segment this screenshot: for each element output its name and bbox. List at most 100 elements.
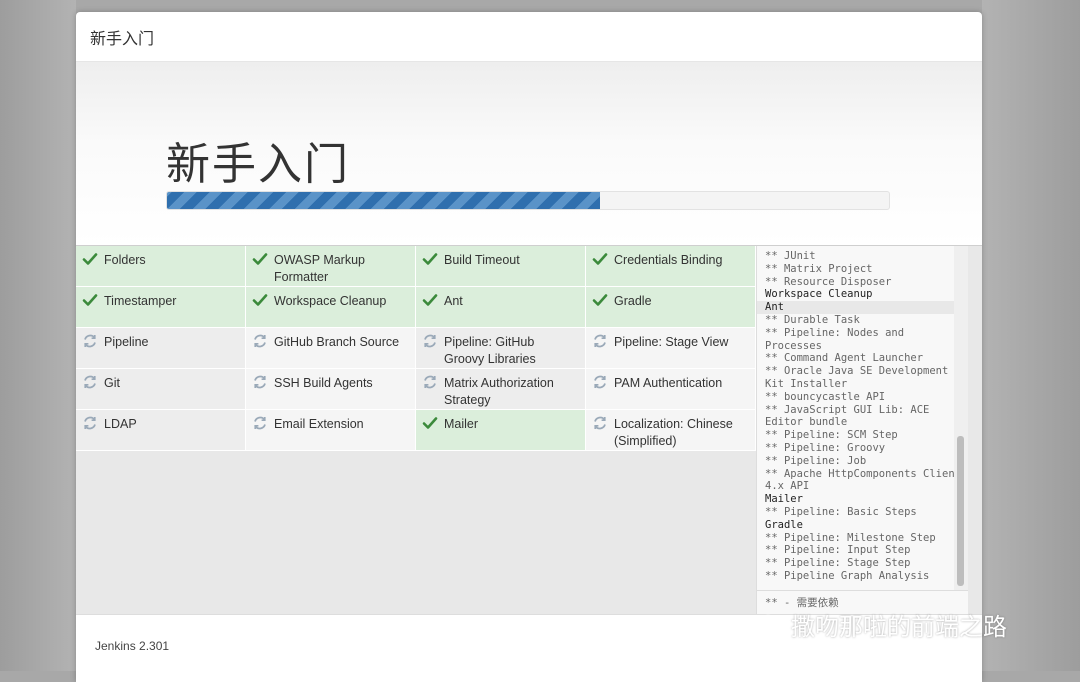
checkmark-icon [252, 292, 268, 308]
plugin-name: Localization: Chinese (Simplified) [614, 417, 733, 448]
plugin-item: Mailer [416, 410, 586, 451]
plugin-name: GitHub Branch Source [274, 335, 400, 349]
plugin-name: Pipeline: GitHub Groovy Libraries [444, 335, 536, 366]
plugin-item: Workspace Cleanup [246, 287, 416, 328]
plugin-name: PAM Authentication [614, 376, 723, 390]
log-dependency-line: ** Pipeline: Milestone Step [765, 531, 936, 544]
checkmark-icon [252, 251, 268, 267]
install-log-scroll-thumb[interactable] [957, 436, 964, 586]
refresh-icon [82, 333, 98, 349]
log-dependency-line: ** Durable Task [765, 313, 860, 326]
plugin-name: OWASP Markup Formatter [274, 253, 365, 284]
log-dependency-line: ** Pipeline: Basic Steps [765, 505, 917, 518]
hero-title: 新手入门 [166, 140, 350, 189]
log-plugin-line: Mailer [765, 493, 803, 506]
log-dependency-line: ** Pipeline: SCM Step [765, 429, 898, 442]
refresh-icon [592, 333, 608, 349]
refresh-icon [252, 333, 268, 349]
plugin-item: Pipeline: GitHub Groovy Libraries [416, 328, 586, 369]
plugin-name: Pipeline [104, 335, 149, 349]
plugin-item: Git [76, 369, 246, 410]
refresh-icon [592, 415, 608, 431]
checkmark-icon [422, 415, 438, 431]
plugin-name: Build Timeout [444, 253, 520, 267]
plugin-name: Credentials Binding [614, 253, 723, 267]
install-progress-fill [167, 192, 601, 209]
install-log-panel: ** JUnit ** Matrix Project ** Resource Dis… [756, 246, 968, 614]
install-progress-bar [166, 191, 890, 210]
plugin-name: Workspace Cleanup [274, 294, 387, 308]
watermark-text: 撒吻那啦的前端之路 [791, 614, 1007, 641]
log-dependency-line: ** Pipeline: Input Step [765, 544, 911, 557]
log-dependency-line: ** Pipeline: Job [765, 454, 867, 467]
plugin-item: PAM Authentication [586, 369, 756, 410]
log-dependency-line: ** JUnit [765, 250, 816, 262]
plugin-name: Git [104, 376, 120, 390]
wechat-icon [758, 614, 784, 635]
plugin-item: Ant [416, 287, 586, 328]
log-plugin-line: Ant [757, 301, 968, 314]
log-dependency-line: ** Command Agent Launcher [765, 352, 924, 365]
plugin-item: SSH Build Agents [246, 369, 416, 410]
checkmark-icon [422, 292, 438, 308]
plugin-name: Timestamper [104, 294, 177, 308]
log-dependency-line: ** Pipeline: Stage Step [765, 557, 911, 570]
setup-wizard-dialog: 新手入门 新手入门 Folders OWASP Markup Formatter B… [76, 12, 982, 682]
plugin-item: Credentials Binding [586, 246, 756, 287]
plugin-item: Pipeline [76, 328, 246, 369]
plugin-item: Gradle [586, 287, 756, 328]
plugin-name: SSH Build Agents [274, 376, 373, 390]
refresh-icon [82, 374, 98, 390]
refresh-icon [422, 374, 438, 390]
plugin-name: Pipeline: Stage View [614, 335, 729, 349]
plugin-name: Gradle [614, 294, 652, 308]
log-dependency-line: ** Oracle Java SE Development Kit Instal… [765, 365, 955, 390]
plugin-item: Timestamper [76, 287, 246, 328]
plugin-name: LDAP [104, 417, 137, 431]
plugin-item: OWASP Markup Formatter [246, 246, 416, 287]
hero-banner: 新手入门 [76, 62, 982, 246]
plugin-name: Folders [104, 253, 146, 267]
checkmark-icon [592, 292, 608, 308]
plugin-item: Build Timeout [416, 246, 586, 287]
dialog-header: 新手入门 [76, 12, 982, 62]
refresh-icon [252, 415, 268, 431]
install-content: Folders OWASP Markup Formatter Build Timeo… [76, 246, 982, 614]
log-dependency-line: ** bouncycastle API [765, 390, 886, 403]
log-dependency-line: ** JavaScript GUI Lib: ACE Editor bundle [765, 403, 936, 429]
checkmark-icon [82, 292, 98, 308]
refresh-icon [252, 374, 268, 390]
plugin-name: Mailer [444, 417, 479, 431]
plugin-name: Email Extension [274, 417, 364, 431]
log-plugin-line: Workspace Cleanup [765, 288, 873, 301]
page-background-left [0, 0, 76, 671]
log-dependency-line: ** Apache HttpComponents Client 4.x API [765, 467, 961, 493]
plugin-item: LDAP [76, 410, 246, 451]
plugin-item: Matrix Authorization Strategy [416, 369, 586, 410]
log-plugin-line: Gradle [765, 518, 803, 531]
plugin-grid: Folders OWASP Markup Formatter Build Timeo… [76, 246, 756, 451]
log-dependency-line: ** Pipeline: Groovy [765, 441, 886, 454]
checkmark-icon [422, 251, 438, 267]
plugin-item: Email Extension [246, 410, 416, 451]
checkmark-icon [592, 251, 608, 267]
jenkins-version: Jenkins 2.301 [95, 639, 170, 653]
plugin-item: Pipeline: Stage View [586, 328, 756, 369]
checkmark-icon [82, 251, 98, 267]
log-dependency-line: ** Resource Disposer [765, 275, 892, 288]
watermark: 撒吻那啦的前端之路 [757, 607, 1007, 642]
refresh-icon [82, 415, 98, 431]
plugin-name: Matrix Authorization Strategy [444, 376, 554, 407]
plugin-item: Folders [76, 246, 246, 287]
refresh-icon [592, 374, 608, 390]
page-background-right [982, 0, 1080, 671]
refresh-icon [422, 333, 438, 349]
log-dependency-line: ** Pipeline Graph Analysis [765, 569, 930, 582]
install-log-lines: ** JUnit ** Matrix Project ** Resource Dis… [757, 246, 968, 583]
dialog-header-title: 新手入门 [90, 30, 155, 48]
plugin-item: Localization: Chinese (Simplified) [586, 410, 756, 451]
plugin-item: GitHub Branch Source [246, 328, 416, 369]
plugin-name: Ant [444, 294, 463, 308]
log-dependency-line: ** Pipeline: Nodes and Processes [765, 326, 911, 352]
install-log-scrollbar[interactable] [954, 246, 968, 590]
